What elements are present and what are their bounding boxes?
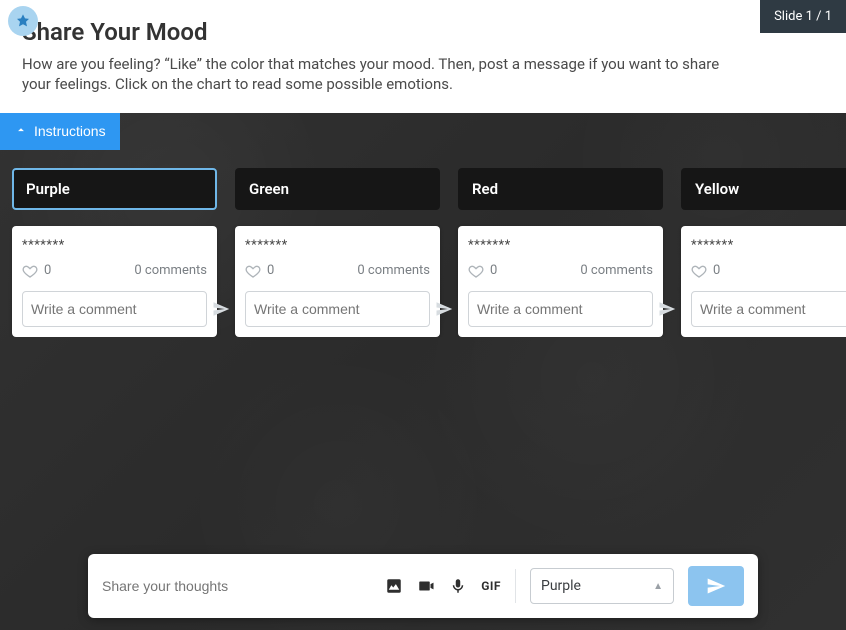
heart-icon — [22, 263, 38, 279]
card-header[interactable]: Purple — [12, 168, 217, 210]
card-meta: 0 0 comments — [22, 263, 207, 279]
slide-counter-badge: Slide 1 / 1 — [760, 0, 846, 33]
card-header[interactable]: Red — [458, 168, 663, 210]
mood-card-purple: Purple ******* 0 0 comments — [12, 168, 217, 337]
mood-select[interactable]: Purple ▲ — [530, 568, 674, 604]
composer-input[interactable] — [102, 578, 371, 594]
mood-card-red: Red ******* 0 0 comments — [458, 168, 663, 337]
mood-card-green: Green ******* 0 0 comments — [235, 168, 440, 337]
like-button[interactable]: 0 — [691, 263, 720, 279]
comment-box — [245, 291, 430, 327]
mood-select-value: Purple — [541, 578, 581, 594]
page-title: Share Your Mood — [22, 18, 824, 46]
card-header[interactable]: Green — [235, 168, 440, 210]
card-meta: 0 0 comments — [245, 263, 430, 279]
send-comment-button[interactable] — [658, 300, 676, 318]
comment-box — [691, 291, 846, 327]
chevron-up-icon: ▲ — [653, 581, 663, 592]
card-content: ******* — [468, 238, 653, 253]
composer-bar: GIF Purple ▲ — [88, 554, 758, 618]
send-comment-button[interactable] — [212, 300, 230, 318]
gif-button[interactable]: GIF — [481, 579, 501, 593]
like-count: 0 — [713, 263, 720, 278]
mood-card-yellow: Yellow ******* 0 0 co — [681, 168, 846, 337]
card-body: ******* 0 0 comments — [458, 226, 663, 337]
composer-attachments: GIF — [385, 577, 501, 595]
heart-icon — [691, 263, 707, 279]
like-count: 0 — [490, 263, 497, 278]
microphone-icon[interactable] — [449, 577, 467, 595]
card-meta: 0 0 co — [691, 263, 846, 279]
video-icon[interactable] — [417, 577, 435, 595]
comment-input[interactable] — [477, 301, 658, 317]
send-comment-button[interactable] — [435, 300, 453, 318]
card-header[interactable]: Yellow — [681, 168, 846, 210]
card-body: ******* 0 0 comments — [12, 226, 217, 337]
comment-input[interactable] — [700, 301, 846, 317]
like-button[interactable]: 0 — [22, 263, 51, 279]
comment-box — [468, 291, 653, 327]
comment-count[interactable]: 0 comments — [580, 263, 653, 278]
comment-input[interactable] — [31, 301, 212, 317]
card-content: ******* — [245, 238, 430, 253]
send-button[interactable] — [688, 566, 744, 606]
card-meta: 0 0 comments — [468, 263, 653, 279]
header: Share Your Mood How are you feeling? “Li… — [0, 0, 846, 113]
image-icon[interactable] — [385, 577, 403, 595]
page-description: How are you feeling? “Like” the color th… — [22, 54, 722, 95]
heart-icon — [245, 263, 261, 279]
chevron-up-icon — [14, 123, 28, 140]
card-body: ******* 0 0 co — [681, 226, 846, 337]
like-count: 0 — [267, 263, 274, 278]
card-content: ******* — [22, 238, 207, 253]
heart-icon — [468, 263, 484, 279]
divider — [515, 569, 516, 603]
instructions-label: Instructions — [34, 123, 106, 139]
comment-input[interactable] — [254, 301, 435, 317]
instructions-toggle[interactable]: Instructions — [0, 113, 120, 150]
cards-row: Purple ******* 0 0 comments Green — [0, 150, 846, 337]
comment-box — [22, 291, 207, 327]
like-button[interactable]: 0 — [245, 263, 274, 279]
like-count: 0 — [44, 263, 51, 278]
app-logo — [8, 6, 38, 36]
comment-count[interactable]: 0 comments — [357, 263, 430, 278]
like-button[interactable]: 0 — [468, 263, 497, 279]
card-content: ******* — [691, 238, 846, 253]
card-body: ******* 0 0 comments — [235, 226, 440, 337]
comment-count[interactable]: 0 comments — [134, 263, 207, 278]
